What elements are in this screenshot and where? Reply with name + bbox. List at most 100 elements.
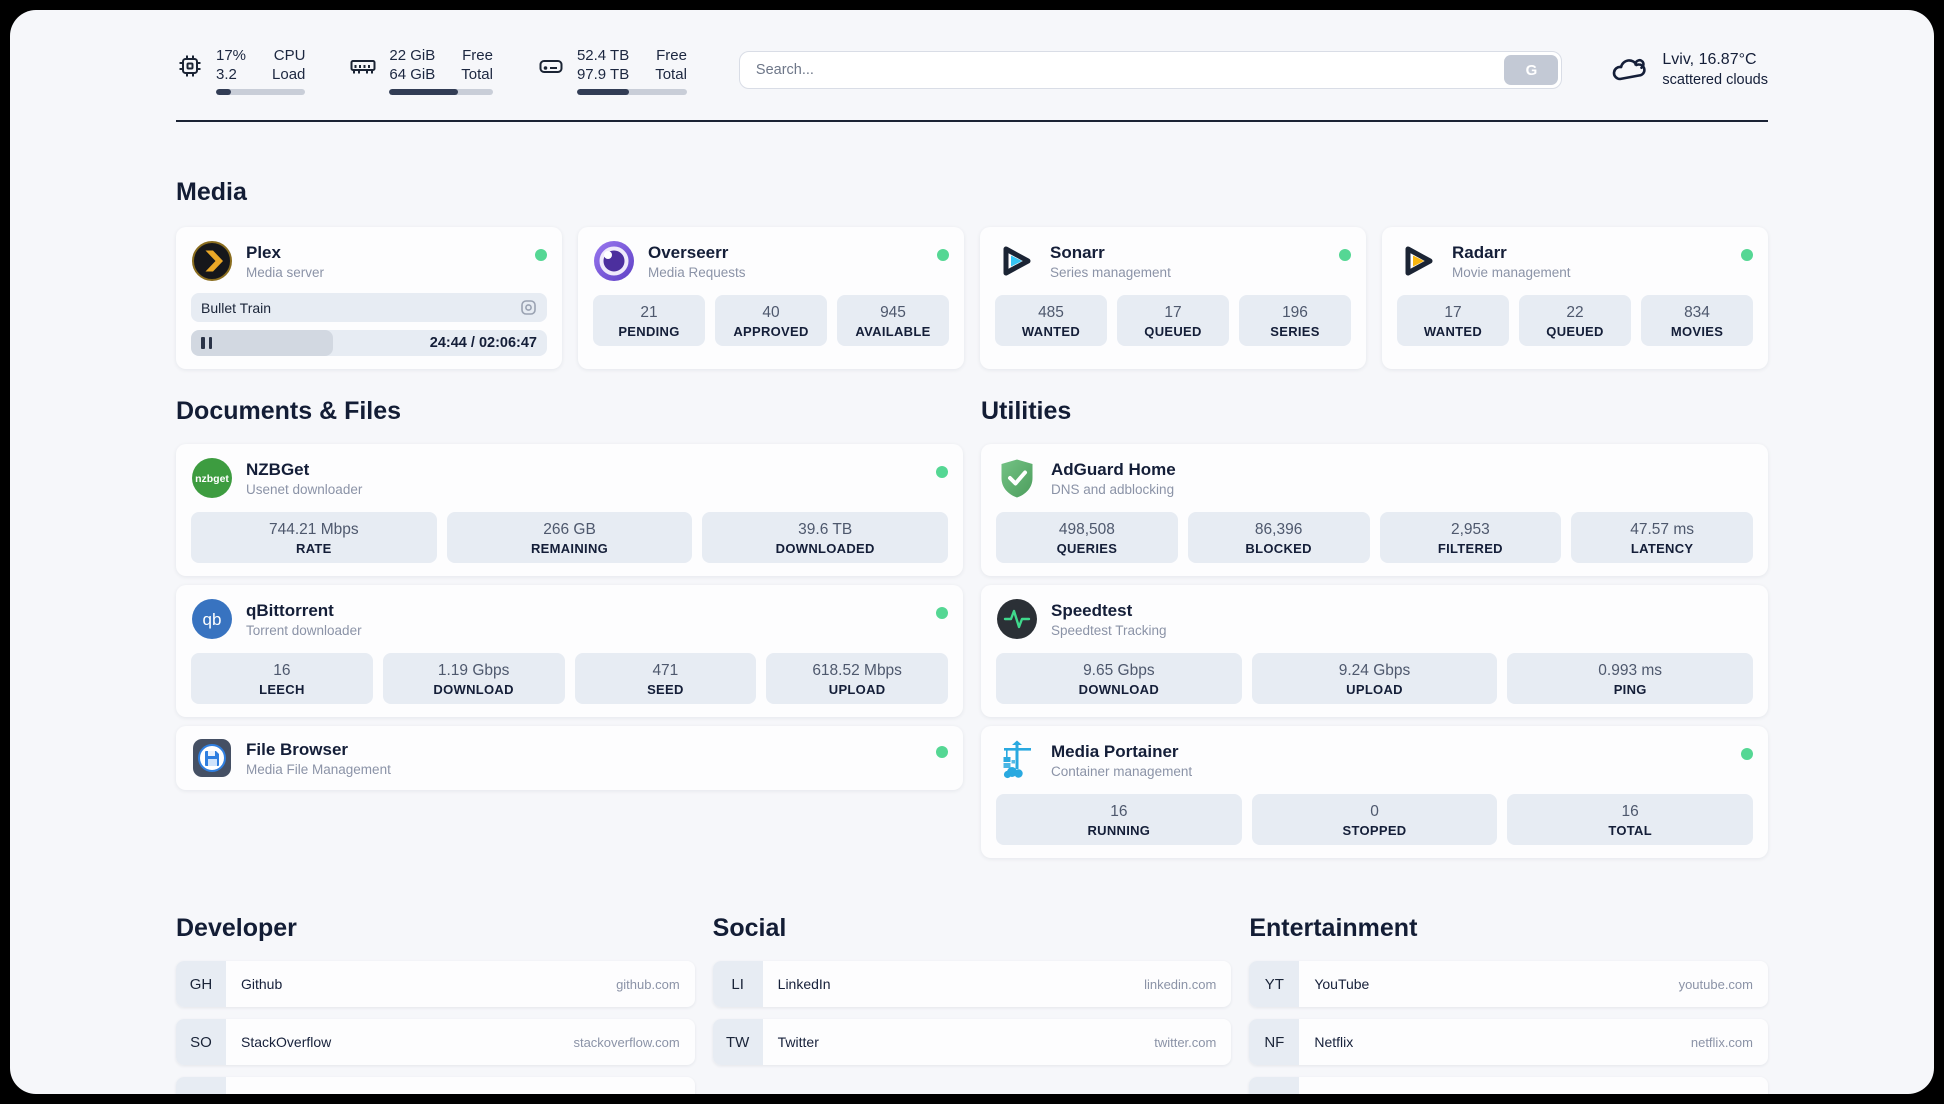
- app-card-qbittorrent[interactable]: qb qBittorrent Torrent downloader 16 LEE…: [176, 585, 963, 717]
- bookmark-linkedin[interactable]: LI LinkedIn linkedin.com: [712, 961, 1232, 1007]
- now-playing-row: Bullet Train: [191, 293, 547, 322]
- svg-text:nzbget: nzbget: [195, 473, 229, 485]
- app-name: File Browser: [246, 739, 349, 759]
- section-title-entertainment: Entertainment: [1249, 914, 1418, 942]
- bookmark-dev[interactable]: DT DEV dev.to: [176, 1077, 695, 1094]
- bookmark-url: github.com: [616, 976, 680, 992]
- weather-widget: Lviv, 16.87°C scattered clouds: [1608, 49, 1768, 91]
- stat-download: 9.65 Gbps DOWNLOAD: [996, 653, 1242, 704]
- app-desc: Media server: [246, 264, 325, 280]
- app-card-radarr[interactable]: Radarr Movie management 17 WANTED 22 QUE…: [1382, 227, 1768, 369]
- memory-progress-fill: [389, 88, 458, 95]
- search-engine-button[interactable]: G: [1504, 55, 1559, 85]
- memory-sub: 64 GiB: [389, 65, 436, 83]
- app-name: Radarr: [1452, 242, 1507, 262]
- stat-running: 16 RUNNING: [996, 794, 1242, 845]
- media-grid: Plex Media server Bullet Train 24:44 / 0…: [176, 227, 1768, 369]
- bookmark-name: StackOverflow: [241, 1034, 332, 1050]
- app-card-adguard[interactable]: AdGuard Home DNS and adblocking 498,508 …: [981, 444, 1768, 576]
- app-name: Overseerr: [648, 242, 729, 262]
- svg-text:qb: qb: [203, 610, 222, 629]
- stat-upload: 618.52 Mbps UPLOAD: [766, 653, 948, 704]
- bookmark-abbr: NF: [1249, 1019, 1300, 1065]
- bookmark-youtube[interactable]: YT YouTube youtube.com: [1249, 961, 1768, 1007]
- stat-download: 1.19 Gbps DOWNLOAD: [382, 653, 565, 704]
- app-name: qBittorrent: [246, 600, 334, 620]
- cpu-widget: 17% CPU 3.2 Load: [176, 46, 306, 95]
- app-card-plex[interactable]: Plex Media server Bullet Train 24:44 / 0…: [176, 227, 562, 369]
- app-card-portainer[interactable]: Media Portainer Container management 16 …: [981, 726, 1768, 858]
- stat-latency: 47.57 ms LATENCY: [1571, 512, 1753, 563]
- entertainment-column: Entertainment YT YouTube youtube.com NF …: [1249, 914, 1768, 1094]
- app-desc: Torrent downloader: [246, 622, 362, 638]
- bookmark-url: dev.to: [645, 1093, 679, 1095]
- stat-queued: 22 QUEUED: [1519, 295, 1631, 346]
- disk-label1: Free: [656, 46, 687, 64]
- developer-column: Developer GH Github github.com SO StackO…: [176, 914, 695, 1094]
- bookmark-netflix[interactable]: NF Netflix netflix.com: [1249, 1019, 1768, 1065]
- search-input[interactable]: [738, 51, 1563, 89]
- stat-stopped: 0 STOPPED: [1251, 794, 1498, 845]
- app-card-speedtest[interactable]: Speedtest Speedtest Tracking 9.65 Gbps D…: [981, 585, 1768, 717]
- stat-queries: 498,508 QUERIES: [996, 512, 1178, 563]
- system-widgets: 17% CPU 3.2 Load 22 GiB Free 64 GiB Tota…: [176, 46, 687, 95]
- disk-sub: 97.9 TB: [576, 65, 630, 83]
- cpu-progress-fill: [216, 88, 232, 95]
- app-card-filebrowser[interactable]: File Browser Media File Management: [176, 726, 963, 790]
- app-name: NZBGet: [246, 459, 310, 479]
- bookmark-stackoverflow[interactable]: SO StackOverflow stackoverflow.com: [176, 1019, 695, 1065]
- app-desc: Movie management: [1452, 264, 1571, 280]
- app-card-nzbget[interactable]: nzbget NZBGet Usenet downloader 744.21 M…: [176, 444, 963, 576]
- media-type-icon: [521, 300, 536, 315]
- bookmark-name: DEV: [241, 1092, 270, 1094]
- section-title-developer: Developer: [176, 914, 297, 942]
- cpu-label2: Load: [272, 65, 306, 83]
- bookmark-abbr: RE: [1249, 1077, 1300, 1094]
- stat-movies: 834 MOVIES: [1641, 295, 1753, 346]
- overseerr-icon: [594, 241, 634, 281]
- stat-wanted: 17 WANTED: [1397, 295, 1509, 346]
- section-title-documents: Documents & Files: [176, 397, 402, 425]
- bookmark-abbr: YT: [1249, 961, 1300, 1007]
- section-title-social: Social: [712, 914, 787, 942]
- cpu-icon: [179, 55, 201, 76]
- bookmark-reddit[interactable]: RE Reddit reddit.com: [1249, 1077, 1768, 1094]
- radarr-icon: [1405, 246, 1433, 276]
- cpu-label1: CPU: [273, 46, 306, 64]
- app-name: Sonarr: [1050, 242, 1105, 262]
- adguard-icon: [1001, 459, 1033, 498]
- disk-progress-fill: [576, 88, 629, 95]
- status-dot: [936, 466, 948, 478]
- app-desc: Container management: [1051, 763, 1193, 779]
- disk-label2: Total: [655, 65, 687, 83]
- app-card-sonarr[interactable]: Sonarr Series management 485 WANTED 17 Q…: [980, 227, 1366, 369]
- cpu-sub: 3.2: [216, 65, 237, 83]
- section-title-utilities: Utilities: [981, 397, 1072, 425]
- app-card-overseerr[interactable]: Overseerr Media Requests 21 PENDING 40 A…: [578, 227, 964, 369]
- bookmark-twitter[interactable]: TW Twitter twitter.com: [712, 1019, 1232, 1065]
- app-desc: Media Requests: [648, 264, 746, 280]
- nzbget-icon: nzbget: [192, 458, 232, 498]
- status-dot: [1741, 748, 1753, 760]
- disk-value: 52.4 TB: [576, 46, 630, 64]
- app-desc: Series management: [1050, 264, 1171, 280]
- disk-widget: 52.4 TB Free 97.9 TB Total: [537, 46, 687, 95]
- weather-location: Lviv, 16.87°C: [1662, 51, 1757, 68]
- status-dot: [936, 607, 948, 619]
- memory-widget: 22 GiB Free 64 GiB Total: [349, 46, 493, 95]
- bookmark-url: netflix.com: [1690, 1034, 1753, 1050]
- status-dot: [535, 249, 547, 261]
- bookmark-name: Github: [241, 976, 283, 992]
- disk-icon: [539, 59, 563, 73]
- stat-total: 16 TOTAL: [1507, 794, 1754, 845]
- status-dot: [937, 249, 949, 261]
- cpu-progress-track: [216, 88, 306, 95]
- bookmark-github[interactable]: GH Github github.com: [176, 961, 695, 1007]
- dashboard-screen: 17% CPU 3.2 Load 22 GiB Free 64 GiB Tota…: [10, 10, 1934, 1094]
- bookmark-abbr: DT: [176, 1077, 226, 1094]
- top-bar: 17% CPU 3.2 Load 22 GiB Free 64 GiB Tota…: [176, 42, 1768, 98]
- disk-progress-track: [576, 88, 687, 95]
- stat-available: 945 AVAILABLE: [837, 295, 949, 346]
- stat-approved: 40 APPROVED: [715, 295, 827, 346]
- bookmark-abbr: SO: [176, 1019, 226, 1065]
